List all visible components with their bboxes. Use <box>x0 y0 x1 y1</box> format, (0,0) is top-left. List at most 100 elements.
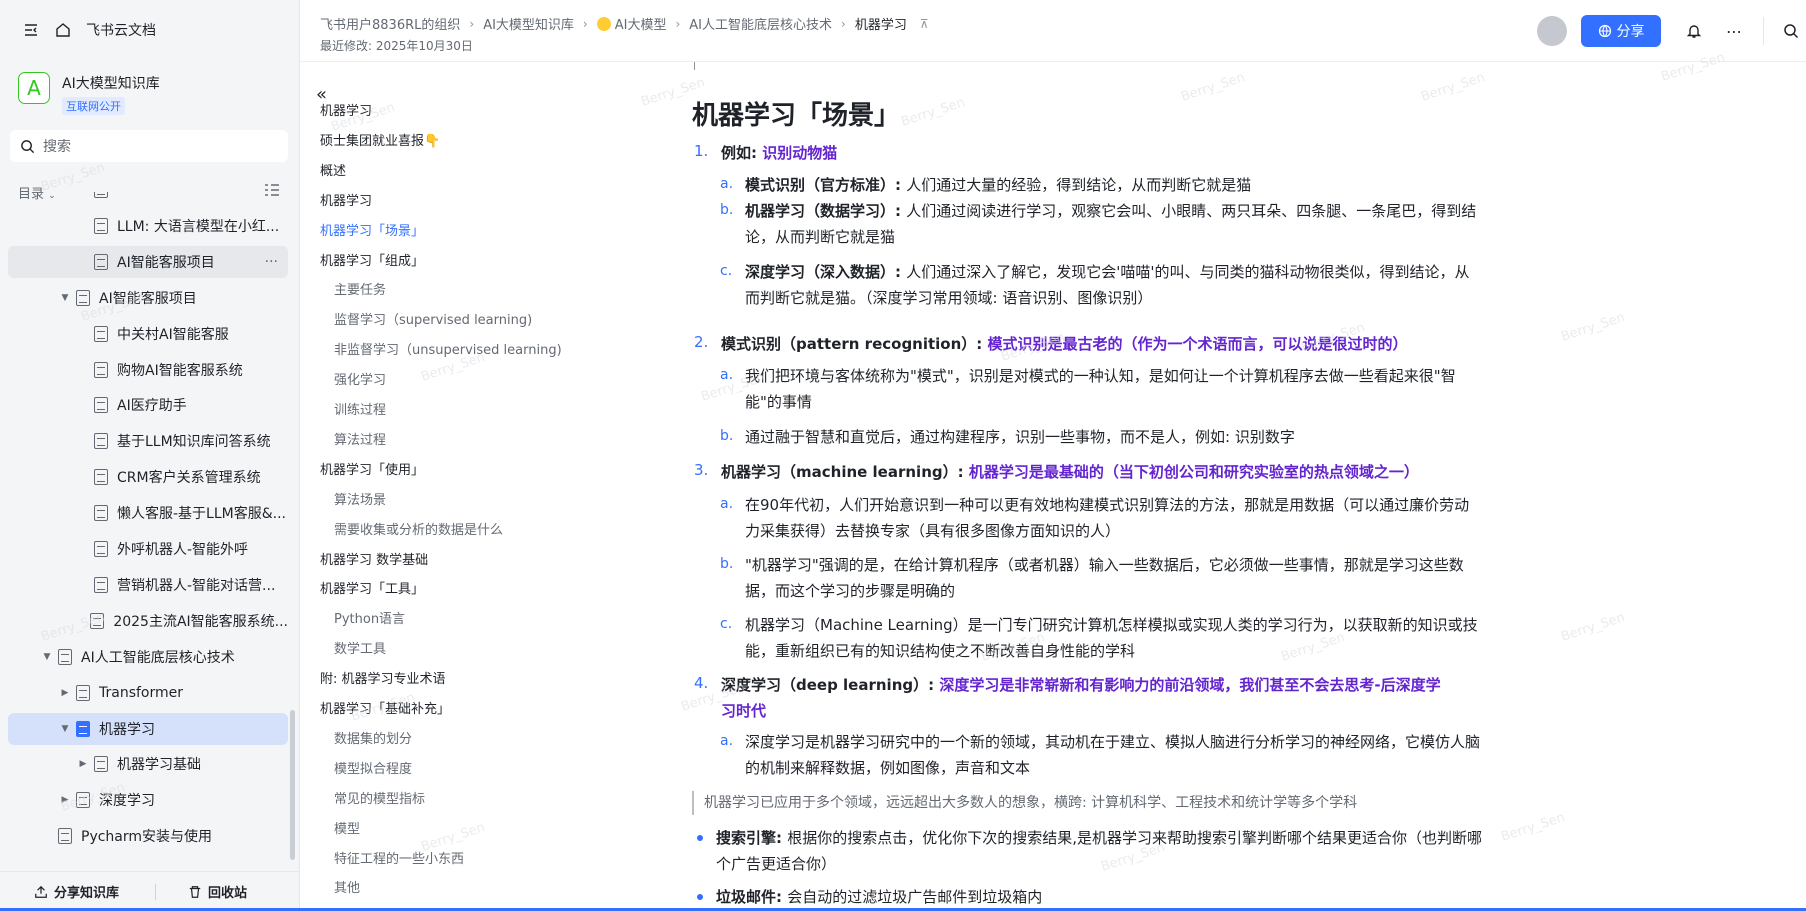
outline-item[interactable]: 机器学习「使用」 <box>320 459 424 478</box>
outline-item[interactable]: 其他 <box>334 877 360 896</box>
breadcrumb-item[interactable]: AI大模型 <box>596 14 666 33</box>
sub-list-marker: b. <box>720 428 734 444</box>
recycle-bin-label: 回收站 <box>208 886 248 901</box>
sidebar-tree-label: 购物AI智能客服系统 <box>117 362 243 379</box>
share-button[interactable]: 分享 <box>1581 15 1661 47</box>
sidebar-toggle-icon[interactable] <box>22 21 40 39</box>
expand-right-icon[interactable]: ▶ <box>58 688 72 698</box>
sub-item-text: 我们把环境与客体统称为"模式"，识别是对模式的一种认知，是如何让一个计算机程序去… <box>745 367 1456 411</box>
knowledge-base-header[interactable]: A AI大模型知识库 互联网公开 <box>18 72 160 115</box>
list-number: 1. <box>694 142 709 160</box>
outline-item[interactable]: 模型 <box>334 818 360 837</box>
outline-item[interactable]: 附: 机器学习专业术语 <box>320 668 446 687</box>
outline-item[interactable]: 数据集的划分 <box>334 728 412 747</box>
sidebar-tree-item[interactable]: ▼ AI人工智能底层核心技术 <box>8 641 288 673</box>
sub-list-marker: a. <box>720 176 734 192</box>
recycle-bin-button[interactable]: 回收站 <box>188 882 247 901</box>
sidebar-tree-item[interactable]: Pycharm安装与使用 <box>8 820 288 852</box>
bell-icon[interactable] <box>1683 20 1705 42</box>
outline-item[interactable]: 训练过程 <box>334 399 386 418</box>
sidebar-tree-item[interactable]: ▶ 深度学习 <box>8 784 288 816</box>
sidebar-tree-item[interactable]: LLM: 大语言模型在小红... <box>8 210 288 242</box>
doc-header: 飞书用户8836RL的组织 › AI大模型知识库 › AI大模型 › AI人工智能底层核心技… <box>300 0 1806 62</box>
outline-item[interactable]: 常见的模型指标 <box>334 788 425 807</box>
sidebar-tree-item[interactable]: 懒人客服-基于LLM客服&... <box>8 497 288 529</box>
outline-item[interactable]: 监督学习（supervised learning) <box>334 309 532 328</box>
chevron-right-icon: › <box>469 16 475 31</box>
highlighted-text: 机器学习是最基础的（当下初创公司和研究实验室的热点领域之一） <box>968 463 1419 481</box>
highlighted-text: 模式识别是最古老的（作为一个术语而言，可以说是很过时的） <box>987 335 1408 353</box>
more-icon[interactable]: ··· <box>265 254 278 270</box>
breadcrumb-item[interactable]: AI大模型知识库 <box>483 14 574 33</box>
sidebar-tree-item[interactable]: ▶ 机器学习基础 <box>8 748 288 780</box>
sidebar-tree-label: LLM: 大语言模型在小红... <box>117 218 280 235</box>
outline-item[interactable]: 机器学习「场景」 <box>320 220 424 239</box>
expand-right-icon[interactable]: ▶ <box>76 759 90 769</box>
sidebar-tree-item[interactable]: 购物AI智能客服系统 <box>8 354 288 386</box>
outline-item[interactable]: 强化学习 <box>334 369 386 388</box>
sidebar-tree-item[interactable]: 营销机器人-智能对话营... <box>8 569 288 601</box>
outline-item[interactable]: 主要任务 <box>334 279 386 298</box>
share-label: 分享 <box>1616 24 1645 40</box>
outline-item[interactable]: 概述 <box>320 160 346 179</box>
more-icon[interactable]: ⋯ <box>1723 20 1745 42</box>
footer-divider <box>155 883 157 900</box>
outline-item[interactable]: 非监督学习（unsupervised learning) <box>334 339 562 358</box>
callout-quote: 机器学习已应用于多个领域，远远超出大多数人的想象，横跨: 计算机科学、工程技术和… <box>692 791 1357 815</box>
document-body: 机器学习「场景」 1. 例如: 识别动物猫 a. 模式识别（官方标准）: 人们通过大量… <box>690 62 1520 911</box>
outline-item[interactable]: 模型拟合程度 <box>334 758 412 777</box>
app-window: 飞书云文档 A AI大模型知识库 互联网公开 搜索 目录 ⌄ LLM: 大语言模… <box>0 0 1806 911</box>
expand-right-icon[interactable]: ▶ <box>58 795 72 805</box>
sub-list-marker: c. <box>720 263 733 279</box>
outline-item[interactable]: 算法场景 <box>334 489 386 508</box>
expand-down-icon[interactable]: ▼ <box>58 724 72 734</box>
sidebar-tree-label: Transformer <box>99 684 184 701</box>
section-title: 机器学习「场景」 <box>692 101 901 131</box>
breadcrumb-item[interactable]: 机器学习 <box>855 14 907 33</box>
sidebar-tree-item[interactable]: CRM客户关系管理系统 <box>8 461 288 493</box>
sidebar-tree-item[interactable] <box>8 192 288 206</box>
sidebar-tree-item[interactable]: AI智能客服项目 ··· <box>8 245 288 278</box>
sidebar-tree-label: 中关村AI智能客服 <box>117 326 229 343</box>
sidebar-tree-label: 营销机器人-智能对话营... <box>117 577 276 594</box>
sidebar-tree-item[interactable]: 中关村AI智能客服 <box>8 318 288 350</box>
share-knowledge-base-button[interactable]: 分享知识库 <box>34 882 119 901</box>
outline-item[interactable]: 机器学习 <box>320 190 372 209</box>
expand-down-icon[interactable]: ▼ <box>40 652 54 662</box>
outline-item[interactable]: 机器学习「基础补充」 <box>320 698 450 717</box>
outline-item[interactable]: 算法过程 <box>334 429 386 448</box>
breadcrumb-item[interactable]: 飞书用户8836RL的组织 <box>320 14 460 33</box>
outline-item[interactable]: 机器学习 <box>320 100 372 119</box>
list-item: 机器学习（machine learning）: 机器学习是最基础的（当下初创公司… <box>721 459 1451 485</box>
outline-item[interactable]: 硕士集团就业喜报👇 <box>320 130 440 149</box>
highlighted-text: 识别动物猫 <box>762 144 838 162</box>
sidebar-tree-item[interactable]: 外呼机器人-智能外呼 <box>8 533 288 565</box>
sidebar-tree-label: AI智能客服项目 <box>117 254 215 271</box>
outline-item[interactable]: 机器学习「组成」 <box>320 250 424 269</box>
sidebar-tree-item[interactable]: ▶ Transformer <box>8 677 288 709</box>
outline-item[interactable]: 需要收集或分析的数据是什么 <box>334 519 503 538</box>
home-icon[interactable] <box>54 21 72 39</box>
watermark-text: Berry_Sen <box>1559 610 1627 645</box>
sidebar-tree-item[interactable]: AI医疗助手 <box>8 389 288 421</box>
sub-list-marker: c. <box>720 616 733 632</box>
sidebar-tree-item[interactable]: 基于LLM知识库问答系统 <box>8 425 288 457</box>
outline-item[interactable]: 特征工程的一些小东西 <box>334 848 464 867</box>
sidebar-tree-item[interactable]: ▼ AI智能客服项目 <box>8 282 288 314</box>
search-input[interactable]: 搜索 <box>10 130 288 162</box>
document-icon <box>76 289 90 306</box>
pin-icon[interactable]: ⊼ <box>920 17 929 31</box>
search-icon[interactable] <box>1780 20 1802 42</box>
outline-item[interactable]: 机器学习「工具」 <box>320 578 424 597</box>
app-title[interactable]: 飞书云文档 <box>86 20 156 40</box>
outline-item[interactable]: Python语言 <box>334 608 405 627</box>
list-item-heading: 例如: <box>721 144 763 162</box>
sidebar-scrollbar[interactable] <box>290 710 295 860</box>
outline-item[interactable]: 机器学习 数学基础 <box>320 549 428 568</box>
outline-item[interactable]: 数学工具 <box>334 638 386 657</box>
avatar[interactable] <box>1537 16 1567 46</box>
expand-down-icon[interactable]: ▼ <box>58 293 72 303</box>
sidebar-tree-item[interactable]: 2025主流AI智能客服系统... <box>8 605 288 637</box>
breadcrumb-item[interactable]: AI人工智能底层核心技术 <box>689 14 832 33</box>
sidebar-tree-item[interactable]: ▼ 机器学习 <box>8 712 288 745</box>
